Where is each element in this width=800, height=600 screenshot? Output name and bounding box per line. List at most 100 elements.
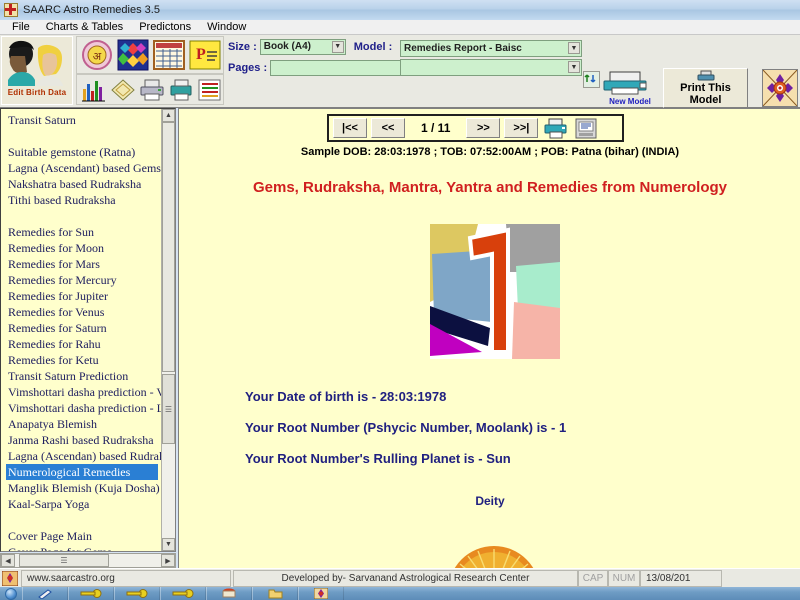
page-indicator: 1 / 11: [421, 121, 451, 135]
menu-bar: File Charts & Tables Predictons Window: [0, 20, 800, 35]
list-item[interactable]: Remedies for Mercury: [6, 272, 166, 288]
list-item[interactable]: Remedies for Moon: [6, 240, 166, 256]
new-model-button[interactable]: New Model: [600, 68, 660, 108]
list-item[interactable]: Lagna (Ascendan) based Rudraksh: [6, 448, 166, 464]
powerpoint-p-icon[interactable]: P: [189, 39, 221, 71]
list-item[interactable]: Anapatya Blemish: [6, 416, 166, 432]
yantra-status-icon: [1, 570, 19, 586]
report-navigation-bar: |<< << 1 / 11 >> >>|: [327, 114, 624, 142]
list-item[interactable]: Remedies for Mars: [6, 256, 166, 272]
list-item[interactable]: Vimshottari dasha prediction - Lal: [6, 400, 166, 416]
hscroll-thumb[interactable]: ☰: [19, 554, 109, 567]
root-number-line: Your Root Number (Pshycic Number, Moolan…: [245, 420, 567, 435]
svg-text:अ: अ: [93, 50, 102, 63]
menu-item-window[interactable]: Window: [199, 20, 254, 35]
model-select-value: Remedies Report - Baisc: [404, 43, 522, 54]
taskbar-item-folder-icon[interactable]: [252, 587, 298, 600]
chevron-down-icon[interactable]: ▼: [568, 61, 580, 73]
scroll-left-button[interactable]: ◀: [1, 554, 15, 567]
scroll-up-button[interactable]: ▲: [162, 109, 175, 122]
report-viewer: |<< << 1 / 11 >> >>| Sample DOB: 28:03:1…: [178, 108, 800, 568]
list-item[interactable]: Vimshottari dasha prediction - Ve: [6, 384, 166, 400]
scroll-right-button[interactable]: ▶: [161, 554, 175, 567]
menu-item-charts-tables[interactable]: Charts & Tables: [38, 20, 131, 35]
report-title: Gems, Rudraksha, Mantra, Yantra and Reme…: [252, 179, 728, 196]
size-select[interactable]: Book (A4) ▼: [259, 38, 346, 55]
status-caps-indicator: CAP: [578, 569, 608, 587]
status-website[interactable]: www.saarcastro.org: [21, 569, 231, 587]
taskbar-item-app-icon[interactable]: [206, 587, 252, 600]
chevron-down-icon[interactable]: ▼: [331, 40, 344, 53]
sanskrit-om-icon[interactable]: अ: [81, 39, 113, 71]
scroll-thumb[interactable]: ☰: [162, 374, 175, 444]
taskbar-item-key-icon[interactable]: [114, 587, 160, 600]
list-item[interactable]: Remedies for Sun: [6, 224, 166, 240]
list-item[interactable]: Transit Saturn Prediction: [6, 368, 166, 384]
list-item[interactable]: Kaal-Sarpa Yoga: [6, 496, 166, 512]
diamond-page-icon[interactable]: [110, 77, 136, 103]
list-item[interactable]: Cover Page Main: [6, 528, 166, 544]
svg-text:P: P: [196, 46, 206, 63]
sidebar-horizontal-scrollbar[interactable]: ◀ ☰ ▶: [0, 553, 176, 568]
toolbar-icon-group-primary: अ P: [76, 36, 224, 74]
report-sections-items: Transit Saturn Suitable gemstone (Ratna) L…: [1, 109, 166, 551]
menu-item-predictons[interactable]: Predictons: [131, 20, 199, 35]
list-item[interactable]: Remedies for Venus: [6, 304, 166, 320]
list-item[interactable]: Tithi based Rudraksha: [6, 192, 166, 208]
size-label: Size :: [228, 40, 257, 53]
list-item[interactable]: Transit Saturn: [6, 112, 166, 128]
taskbar-item-pen-icon[interactable]: [22, 587, 68, 600]
scroll-down-button[interactable]: ▼: [162, 538, 175, 551]
sidebar-vertical-scrollbar[interactable]: ▲ ☰ ▼: [161, 109, 175, 551]
print-this-model-button[interactable]: Print This Model: [663, 68, 748, 108]
yantra-icon[interactable]: [762, 69, 798, 107]
table-grid-icon[interactable]: [153, 39, 185, 71]
last-page-button[interactable]: >>|: [504, 118, 539, 138]
ruling-planet-line: Your Root Number's Rulling Planet is - S…: [245, 451, 511, 466]
list-item[interactable]: Suitable gemstone (Ratna): [6, 144, 166, 160]
small-printer-icon: [697, 70, 714, 81]
couple-faces-icon: [3, 38, 71, 88]
taskbar-item-key-icon[interactable]: [68, 587, 114, 600]
bar-chart-icon[interactable]: [81, 77, 107, 103]
list-item[interactable]: Cover Page for Gems: [6, 544, 166, 551]
taskbar-item-key-icon[interactable]: [160, 587, 206, 600]
refresh-model-button[interactable]: [583, 71, 600, 88]
taskbar-item-yantra-icon[interactable]: [298, 587, 344, 600]
list-item[interactable]: Remedies for Jupiter: [6, 288, 166, 304]
previous-page-button[interactable]: <<: [371, 118, 405, 138]
list-item[interactable]: Remedies for Saturn: [6, 320, 166, 336]
print-preview-icon[interactable]: [574, 118, 598, 139]
new-model-label: New Model: [609, 97, 651, 106]
numeral-one-abstract-image: [430, 224, 560, 359]
title-bar: SAARC Astro Remedies 3.5: [0, 0, 800, 21]
report-lines-icon[interactable]: [197, 77, 223, 103]
next-page-button[interactable]: >>: [466, 118, 501, 138]
status-num-indicator: NUM: [608, 569, 640, 587]
model-secondary-select[interactable]: ▼: [400, 59, 582, 76]
list-item[interactable]: Remedies for Ketu: [6, 352, 166, 368]
list-item[interactable]: Remedies for Rahu: [6, 336, 166, 352]
print-preview-icon[interactable]: [168, 77, 194, 103]
start-orb-icon[interactable]: [0, 587, 22, 600]
first-page-button[interactable]: |<<: [333, 118, 367, 138]
list-item[interactable]: Numerological Remedies: [6, 464, 158, 480]
colored-chart-icon[interactable]: [117, 39, 149, 71]
printer-icon[interactable]: [139, 77, 165, 103]
model-select[interactable]: Remedies Report - Baisc ▼: [400, 40, 582, 57]
report-sections-list[interactable]: Transit Saturn Suitable gemstone (Ratna) L…: [0, 108, 176, 552]
menu-item-file[interactable]: File: [4, 20, 38, 35]
print-model-label: Model: [689, 94, 722, 106]
list-item[interactable]: Lagna (Ascendant) based Gems: [6, 160, 166, 176]
scroll-thumb-upper[interactable]: [162, 122, 175, 372]
edit-birth-data-button[interactable]: Edit Birth Data: [1, 36, 73, 105]
list-item[interactable]: Nakshatra based Rudraksha: [6, 176, 166, 192]
list-item[interactable]: Manglik Blemish (Kuja Dosha): [6, 480, 166, 496]
status-bar: www.saarcastro.org Developed by- Sarvana…: [0, 568, 800, 587]
list-item[interactable]: Janma Rashi based Rudraksha: [6, 432, 166, 448]
printer-icon[interactable]: [544, 118, 568, 139]
chevron-down-icon[interactable]: ▼: [568, 42, 580, 54]
